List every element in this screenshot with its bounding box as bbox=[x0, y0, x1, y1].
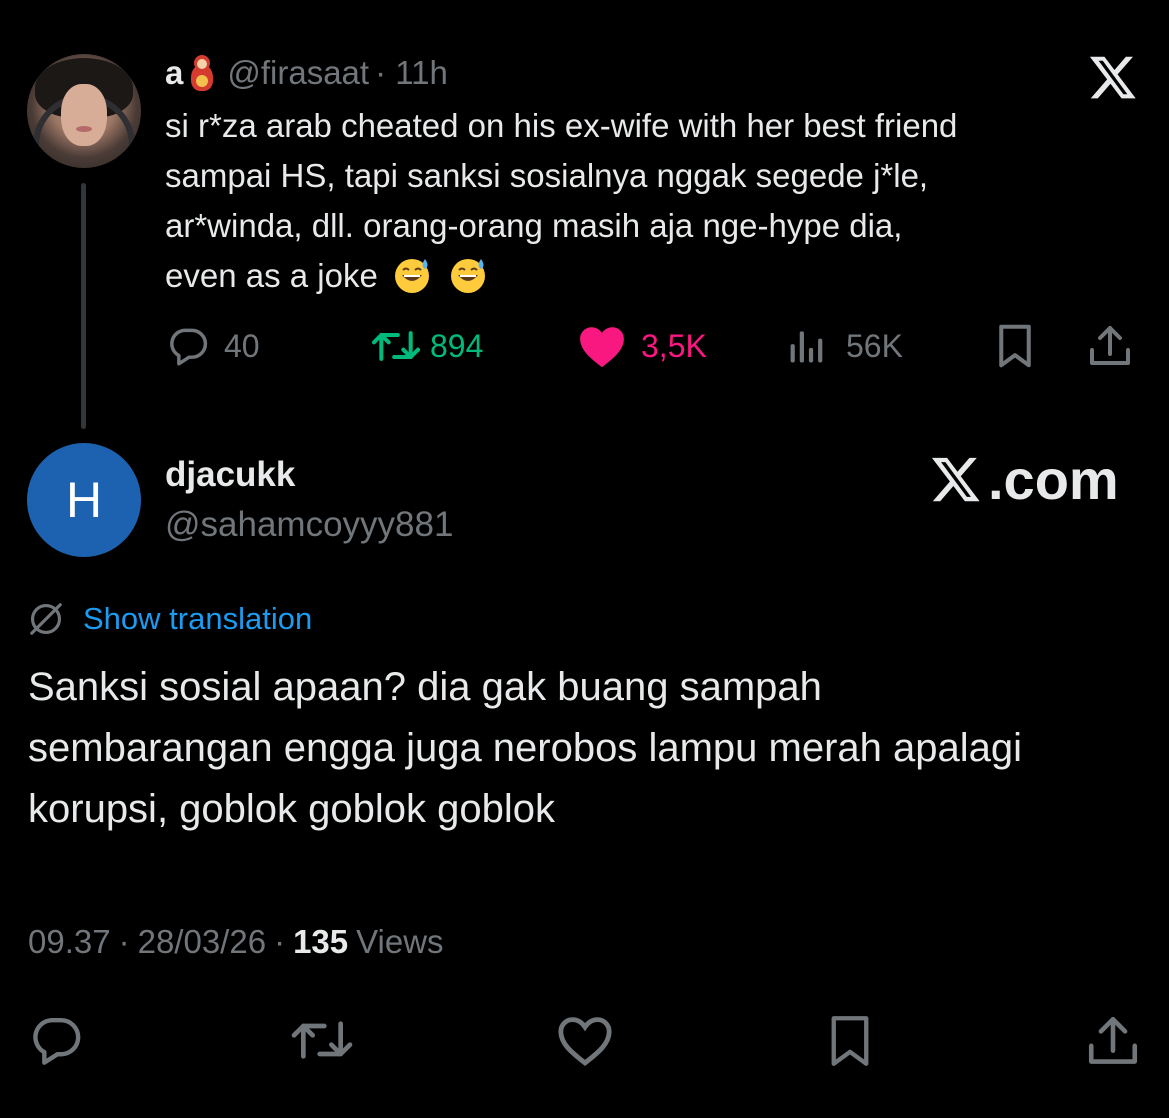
avatar-lips bbox=[76, 126, 92, 132]
bookmark-button[interactable] bbox=[824, 1012, 876, 1068]
meta-separator: · bbox=[118, 923, 130, 960]
view-count: 56K bbox=[846, 327, 903, 364]
translate-globe-icon bbox=[30, 603, 62, 635]
avatar-letter: H bbox=[65, 472, 103, 528]
reply-display-name[interactable]: djacukk bbox=[165, 455, 295, 495]
parent-views-button[interactable]: 56K bbox=[786, 322, 903, 370]
retweet-button[interactable] bbox=[287, 1012, 357, 1068]
reply-button[interactable] bbox=[28, 1012, 84, 1068]
show-translation-link[interactable]: Show translation bbox=[27, 597, 312, 641]
views-label: Views bbox=[356, 923, 444, 960]
meta-separator: · bbox=[274, 923, 286, 960]
parent-retweet-button[interactable]: 894 bbox=[368, 322, 483, 370]
x-logo-icon bbox=[931, 457, 980, 502]
parent-tweet-header: a @firasaat · 11h bbox=[165, 51, 448, 95]
analytics-icon bbox=[790, 331, 823, 363]
share-icon bbox=[1088, 1016, 1138, 1064]
parent-tweet-body: si r*za arab cheated on his ex-wife with… bbox=[165, 107, 958, 294]
reply-tweet-text: Sanksi sosial apaan? dia gak buang sampa… bbox=[28, 665, 1023, 831]
x-com-watermark: .com bbox=[928, 447, 1119, 511]
parent-time[interactable]: · 11h bbox=[375, 54, 448, 92]
retweet-icon bbox=[371, 331, 421, 361]
heart-outline-icon bbox=[558, 1017, 612, 1066]
parent-handle[interactable]: @firasaat bbox=[227, 54, 369, 92]
like-button[interactable] bbox=[554, 1012, 616, 1068]
avatar-face bbox=[61, 84, 107, 146]
share-icon bbox=[1090, 326, 1130, 365]
retweet-count: 894 bbox=[430, 327, 484, 364]
reply-avatar[interactable]: H bbox=[27, 443, 141, 557]
like-count: 3,5K bbox=[641, 327, 707, 364]
reply-icon bbox=[33, 1017, 81, 1065]
parent-trailing-emojis bbox=[378, 257, 488, 294]
watermark-text: .com bbox=[988, 447, 1119, 511]
tweet-meta: 09.37 · 28/03/26 · 135 Views bbox=[28, 920, 444, 964]
parent-display-name[interactable]: a bbox=[165, 54, 183, 92]
show-translation-label[interactable]: Show translation bbox=[83, 601, 312, 637]
x-logo-icon[interactable] bbox=[1087, 52, 1139, 102]
grinning-face-with-sweat-icon bbox=[450, 259, 485, 293]
bookmark-icon bbox=[999, 324, 1031, 368]
parent-like-button[interactable]: 3,5K bbox=[577, 322, 707, 370]
retweet-icon bbox=[291, 1021, 353, 1059]
parent-bookmark-button[interactable] bbox=[993, 322, 1037, 370]
tweet-time[interactable]: 09.37 bbox=[28, 923, 111, 961]
parent-tweet-text: si r*za arab cheated on his ex-wife with… bbox=[165, 101, 1155, 301]
matryoshka-doll-icon bbox=[189, 55, 215, 91]
parent-share-button[interactable] bbox=[1086, 322, 1134, 370]
grinning-face-with-sweat-icon bbox=[394, 259, 429, 293]
heart-filled-icon bbox=[580, 327, 624, 368]
share-button[interactable] bbox=[1084, 1012, 1142, 1068]
views-count: 135 bbox=[293, 923, 349, 960]
tweet-date[interactable]: 28/03/26 bbox=[138, 923, 266, 961]
reply-count: 40 bbox=[224, 327, 260, 364]
parent-avatar[interactable] bbox=[27, 54, 141, 168]
parent-reply-button[interactable]: 40 bbox=[166, 322, 260, 370]
reply-handle[interactable]: @sahamcoyyy881 bbox=[165, 505, 453, 545]
bookmark-icon bbox=[831, 1016, 869, 1066]
reply-icon bbox=[170, 328, 208, 366]
thread-connector-line bbox=[81, 183, 86, 429]
